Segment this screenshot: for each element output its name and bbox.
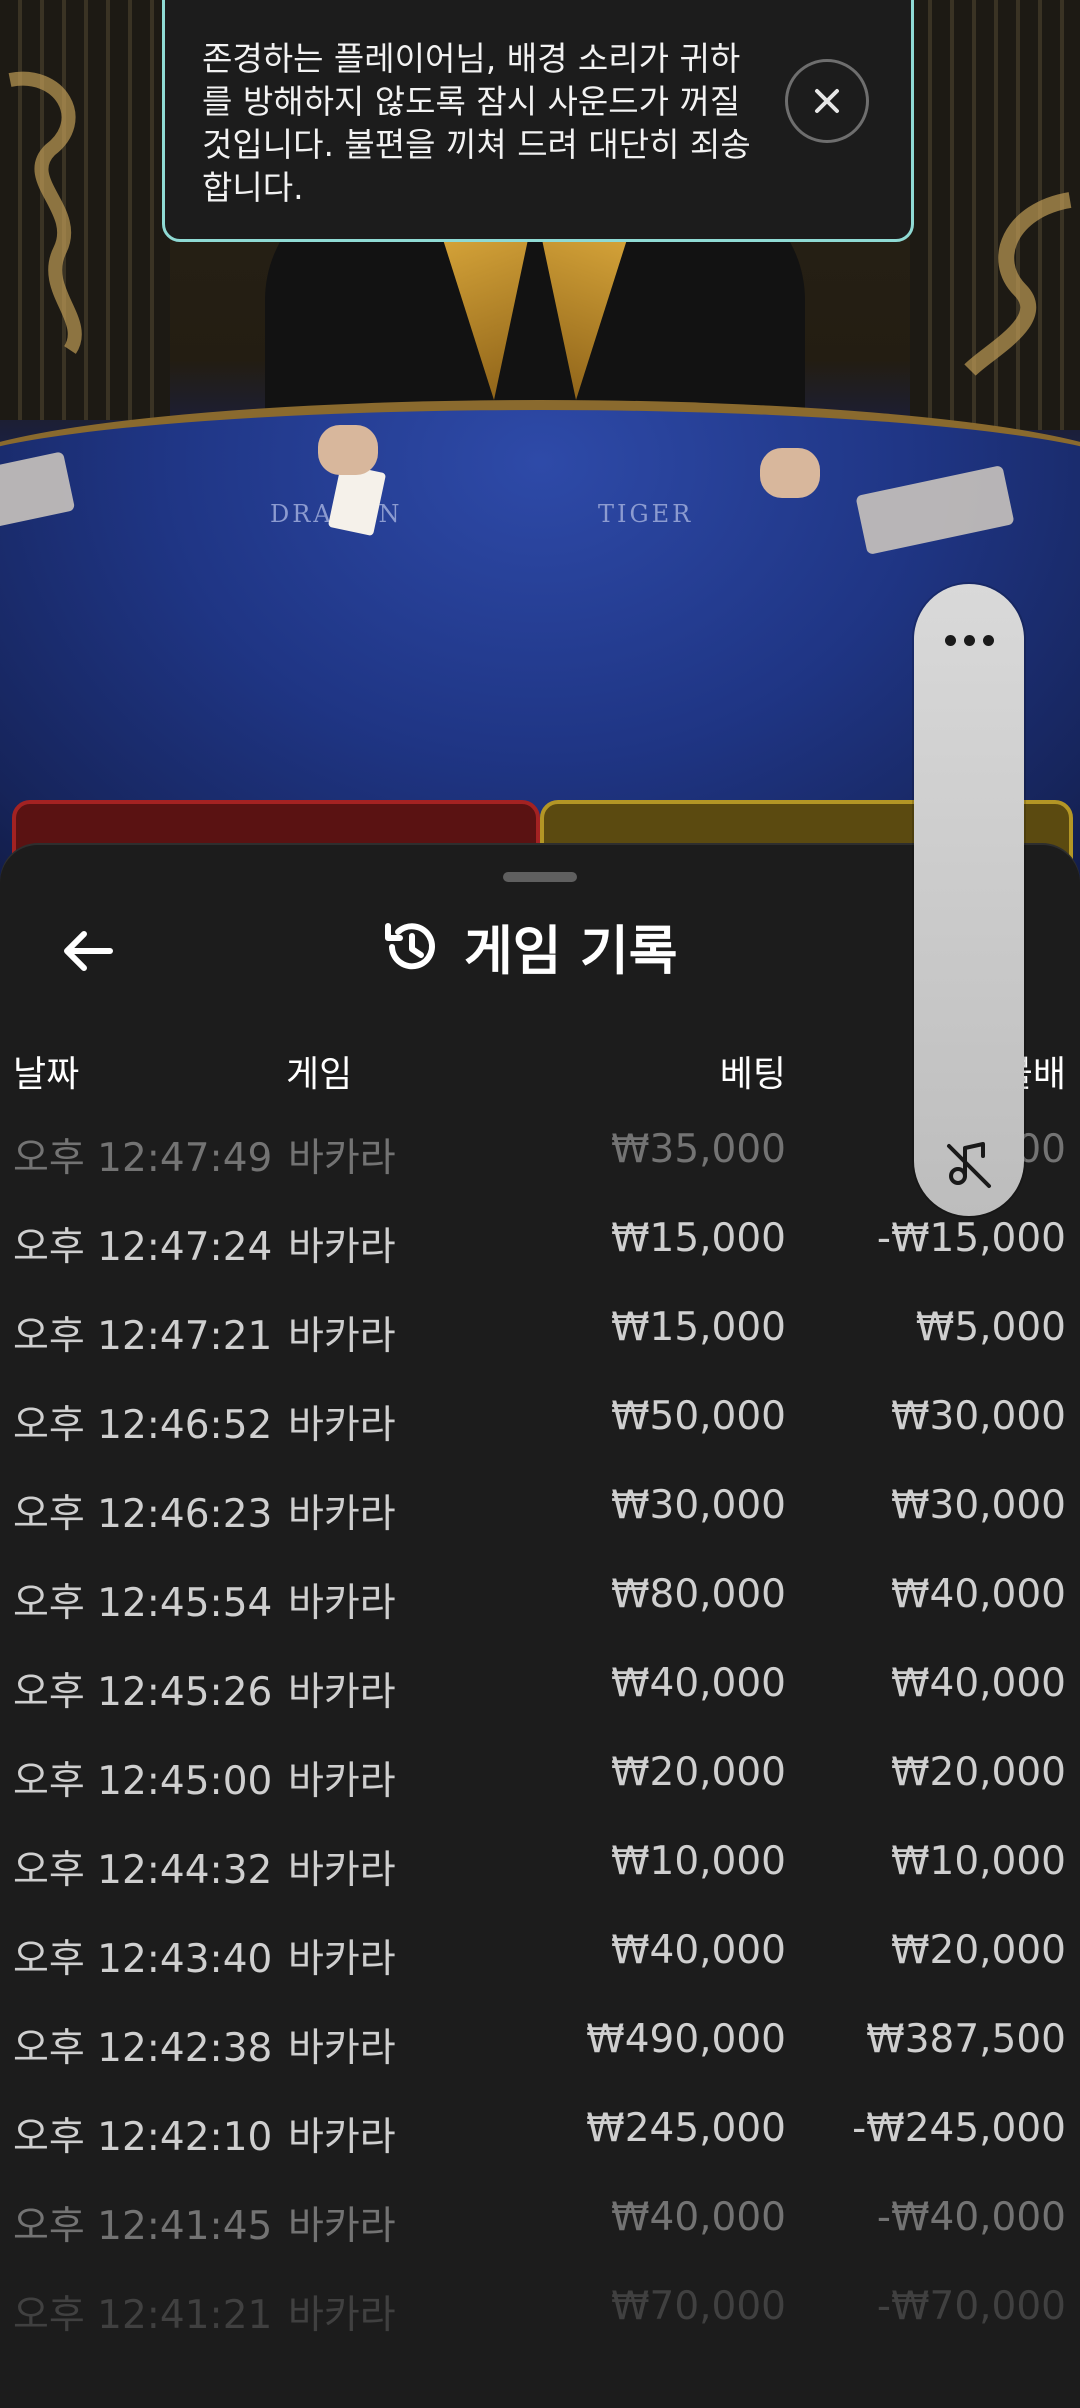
row-bet: ₩490,000 [586,2017,786,2062]
row-bet: ₩10,000 [610,1839,786,1884]
row-payout: ₩10,000 [890,1839,1066,1884]
row-payout: ₩30,000 [890,1483,1066,1528]
row-payout: ₩20,000 [890,1928,1066,1973]
row-game: 바카라 [288,2026,396,2071]
sound-notice-toast: 존경하는 플레이어님, 배경 소리가 귀하를 방해하지 않도록 잠시 사운드가 … [162,0,914,242]
history-row[interactable]: 오후 12:43:40 바카라 ₩40,000 ₩20,000 [0,1928,1080,2017]
row-payout: ₩40,000 [890,1572,1066,1617]
row-bet: ₩40,000 [610,1928,786,1973]
row-bet: ₩20,000 [610,1750,786,1795]
history-row[interactable]: 오후 12:41:21 바카라 ₩70,000 -₩70,000 [0,2284,1080,2373]
row-bet: ₩15,000 [610,1216,786,1261]
row-payout: ₩387,500 [866,2017,1066,2062]
row-payout: ₩5,000 [915,1305,1066,1350]
row-payout: ₩40,000 [890,1661,1066,1706]
row-bet: ₩50,000 [610,1394,786,1439]
row-time: 오후 12:45:54 [13,1581,273,1626]
history-row[interactable]: 오후 12:47:21 바카라 ₩15,000 ₩5,000 [0,1305,1080,1394]
row-game: 바카라 [288,2115,396,2160]
row-game: 바카라 [288,1937,396,1982]
row-payout: -₩245,000 [852,2106,1066,2151]
history-row[interactable]: 오후 12:45:26 바카라 ₩40,000 ₩40,000 [0,1661,1080,1750]
arrow-left-icon [64,931,113,971]
column-header-date: 날짜 [13,1054,80,1095]
toast-message: 존경하는 플레이어님, 배경 소리가 귀하를 방해하지 않도록 잠시 사운드가 … [202,39,751,207]
page-title: 게임 기록 [464,921,678,982]
row-game: 바카라 [288,1314,396,1359]
row-game: 바카라 [288,1492,396,1537]
history-icon [385,923,435,970]
more-horizontal-icon [944,634,994,646]
row-payout: -₩70,000 [876,2284,1066,2329]
row-time: 오후 12:46:52 [13,1403,273,1448]
history-row[interactable]: 오후 12:41:45 바카라 ₩40,000 -₩40,000 [0,2195,1080,2284]
row-payout: -₩40,000 [876,2195,1066,2240]
row-time: 오후 12:42:38 [13,2026,273,2071]
sheet-header: 게임 기록 [380,907,678,987]
row-game: 바카라 [288,1670,396,1715]
row-payout: -₩15,000 [876,1216,1066,1261]
dealer-hand [760,448,820,498]
row-game: 바카라 [288,1581,396,1626]
row-game: 바카라 [288,2293,396,2338]
row-time: 오후 12:45:26 [13,1670,273,1715]
row-time: 오후 12:45:00 [13,1759,273,1804]
row-time: 오후 12:47:21 [13,1314,273,1359]
row-game: 바카라 [288,1848,396,1893]
row-bet: ₩15,000 [610,1305,786,1350]
sound-toggle-button[interactable] [929,1124,1009,1204]
row-game: 바카라 [288,1403,396,1448]
history-list[interactable]: 오후 12:47:49 바카라 ₩35,000 ₩0,000 오후 12:47:… [0,1127,1080,2373]
column-header-game: 게임 [286,1054,353,1095]
history-row[interactable]: 오후 12:42:10 바카라 ₩245,000 -₩245,000 [0,2106,1080,2195]
sound-off-icon [947,1142,991,1188]
row-game: 바카라 [288,1759,396,1804]
row-game: 바카라 [288,1225,396,1270]
table-label-tiger: TIGER [598,500,694,528]
row-bet: ₩30,000 [610,1483,786,1528]
history-row[interactable]: 오후 12:46:23 바카라 ₩30,000 ₩30,000 [0,1483,1080,1572]
row-time: 오후 12:44:32 [13,1848,273,1893]
history-row[interactable]: 오후 12:47:24 바카라 ₩15,000 -₩15,000 [0,1216,1080,1305]
dealer-hand [318,425,378,475]
history-row[interactable]: 오후 12:46:52 바카라 ₩50,000 ₩30,000 [0,1394,1080,1483]
history-row[interactable]: 오후 12:44:32 바카라 ₩10,000 ₩10,000 [0,1839,1080,1928]
more-options-button[interactable] [929,610,1009,670]
back-button[interactable] [52,915,124,987]
row-time: 오후 12:41:21 [13,2293,273,2338]
row-time: 오후 12:43:40 [13,1937,273,1982]
row-bet: ₩80,000 [610,1572,786,1617]
row-payout: ₩20,000 [890,1750,1066,1795]
history-row[interactable]: 오후 12:45:54 바카라 ₩80,000 ₩40,000 [0,1572,1080,1661]
row-time: 오후 12:47:49 [13,1136,273,1181]
tiger-statue [964,192,1072,376]
row-game: 바카라 [288,2204,396,2249]
floating-side-menu [914,584,1024,1216]
toast-close-button[interactable] [785,59,869,143]
row-time: 오후 12:41:45 [13,2204,273,2249]
row-bet: ₩40,000 [610,1661,786,1706]
row-time: 오후 12:47:24 [13,1225,273,1270]
row-bet: ₩35,000 [610,1127,786,1172]
row-bet: ₩70,000 [610,2284,786,2329]
row-bet: ₩40,000 [610,2195,786,2240]
column-header-bet: 베팅 [719,1054,786,1095]
row-game: 바카라 [288,1136,396,1181]
row-time: 오후 12:42:10 [13,2115,273,2160]
close-icon [815,89,839,113]
row-time: 오후 12:46:23 [13,1492,273,1537]
dragon-statue [8,71,82,354]
row-payout: ₩30,000 [890,1394,1066,1439]
sheet-drag-handle[interactable] [503,872,577,882]
history-row[interactable]: 오후 12:42:38 바카라 ₩490,000 ₩387,500 [0,2017,1080,2106]
history-row[interactable]: 오후 12:45:00 바카라 ₩20,000 ₩20,000 [0,1750,1080,1839]
row-bet: ₩245,000 [586,2106,786,2151]
